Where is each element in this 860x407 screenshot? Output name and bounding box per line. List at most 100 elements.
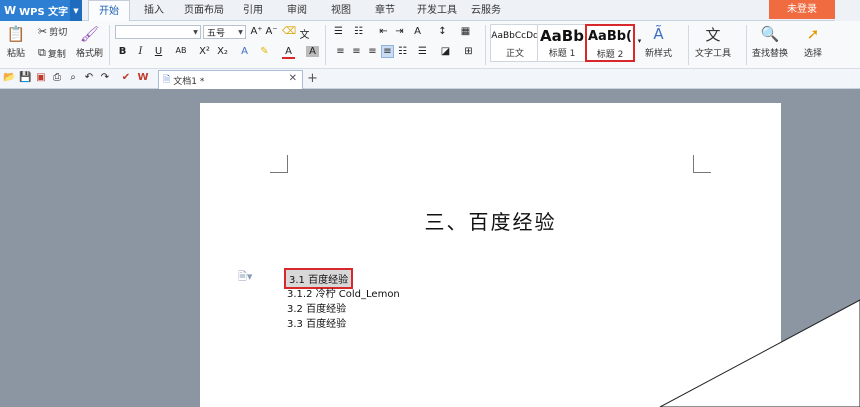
font-color-icon[interactable]: A xyxy=(282,46,295,59)
shading-icon[interactable]: ◪ xyxy=(439,46,452,57)
menu-bar: W WPS 文字 ▼ 开始 插入 页面布局 引用 审阅 视图 章节 开发工具 云… xyxy=(0,0,860,22)
tab-home[interactable]: 开始 xyxy=(88,0,130,22)
window-corner xyxy=(835,0,860,21)
font-size-select[interactable]: 五号 ▼ xyxy=(203,25,246,39)
strikethrough-icon[interactable]: AB xyxy=(172,46,190,55)
text-direction-icon[interactable]: A xyxy=(411,26,424,37)
new-style-label: 新样式 xyxy=(645,49,673,59)
style-preview: AaBb( xyxy=(588,29,632,44)
divider xyxy=(688,25,689,65)
italic-icon[interactable]: I xyxy=(134,46,147,57)
page-margin-marker xyxy=(270,155,288,173)
format-painter-button[interactable]: 🖌 格式刷 xyxy=(76,24,103,59)
divider xyxy=(746,25,747,65)
char-shading-icon[interactable]: A xyxy=(306,46,319,57)
tab-review[interactable]: 审阅 xyxy=(281,0,313,21)
cursor-icon: ➚ xyxy=(806,25,820,43)
copy-button[interactable]: ⧉ 复制 xyxy=(38,46,66,60)
cut-label: 剪切 xyxy=(49,28,68,38)
paragraph-layout-icon[interactable]: 🗎▾ xyxy=(238,268,252,287)
check-icon[interactable]: ✔ xyxy=(120,72,132,83)
wps-logo-icon: W xyxy=(4,4,17,17)
document-tab[interactable]: 🗎 文档1 * ✕ xyxy=(158,70,303,89)
style-heading-2[interactable]: AaBb( 标题 2 xyxy=(585,24,635,62)
justify-icon[interactable]: ≡ xyxy=(381,45,394,58)
subscript-icon[interactable]: X₂ xyxy=(216,46,229,57)
scissors-icon: ✂ xyxy=(38,25,48,38)
align-left-icon[interactable]: ≡ xyxy=(334,46,347,57)
line-spacing-icon[interactable]: ☰ xyxy=(416,46,429,57)
shrink-font-icon[interactable]: A⁻ xyxy=(265,26,278,37)
chevron-down-icon: ▼ xyxy=(193,28,198,36)
tab-chapter[interactable]: 章节 xyxy=(369,0,401,21)
tab-view[interactable]: 视图 xyxy=(325,0,357,21)
document-heading[interactable]: 三、百度经验 xyxy=(200,206,781,235)
new-style-button[interactable]: Ã 新样式 xyxy=(645,24,672,59)
text-tools-button[interactable]: 文 文字工具 xyxy=(695,24,731,60)
divider xyxy=(109,25,110,65)
tab-cloud[interactable]: 云服务 xyxy=(466,0,506,21)
export-pdf-icon[interactable]: ▣ xyxy=(35,72,47,83)
bullets-icon[interactable]: ☰ xyxy=(332,26,345,37)
tab-page-layout[interactable]: 页面布局 xyxy=(178,0,230,21)
find-replace-label: 查找替换 xyxy=(752,49,789,59)
new-tab-icon[interactable]: + xyxy=(307,71,318,86)
style-name: 正文 xyxy=(505,49,524,59)
style-preview: AaBb xyxy=(540,27,584,45)
redo-icon[interactable]: ↷ xyxy=(99,72,111,83)
tab-references[interactable]: 引用 xyxy=(237,0,269,21)
grow-font-icon[interactable]: A⁺ xyxy=(250,26,263,37)
wps-app-menu-button[interactable]: W WPS 文字 ▼ xyxy=(0,0,82,21)
numbering-icon[interactable]: ☷ xyxy=(352,26,365,37)
style-name: 标题 2 xyxy=(596,50,624,60)
border-icon[interactable]: ⊞ xyxy=(462,46,475,57)
undo-icon[interactable]: ↶ xyxy=(83,72,95,83)
paintbrush-icon: 🖌 xyxy=(79,25,100,43)
document-icon: 🗎 xyxy=(163,75,171,85)
app-brand-label: WPS 文字 xyxy=(19,7,69,18)
paste-button[interactable]: 📋 粘贴 xyxy=(5,24,27,59)
print-preview-icon[interactable]: ⌕ xyxy=(67,72,79,83)
cut-button[interactable]: ✂ 剪切 xyxy=(38,25,67,38)
chevron-down-icon: ▼ xyxy=(238,28,243,36)
close-icon[interactable]: ✕ xyxy=(289,73,297,84)
open-folder-icon[interactable]: 📂 xyxy=(3,72,15,83)
style-name: 标题 1 xyxy=(548,49,576,59)
align-center-icon[interactable]: ≡ xyxy=(350,46,363,57)
copy-label: 复制 xyxy=(47,49,66,60)
increase-indent-icon[interactable]: ⇥ xyxy=(393,26,406,37)
wps-w-icon[interactable]: W xyxy=(137,72,149,83)
find-replace-button[interactable]: 🔍 查找替换 xyxy=(752,24,788,59)
style-preview: AaBbCcDd xyxy=(491,31,539,41)
decrease-indent-icon[interactable]: ⇤ xyxy=(377,26,390,37)
login-button[interactable]: 未登录 xyxy=(769,0,835,19)
bold-icon[interactable]: B xyxy=(116,46,129,57)
distributed-icon[interactable]: ☷ xyxy=(396,46,409,57)
chevron-down-icon[interactable]: ▼ xyxy=(70,0,82,21)
table-icon[interactable]: ▦ xyxy=(459,26,472,37)
highlight-icon[interactable]: ✎ xyxy=(258,46,271,57)
align-right-icon[interactable]: ≡ xyxy=(366,46,379,57)
document-tab-title: 文档1 * xyxy=(173,76,205,87)
text-effect-icon[interactable]: A xyxy=(238,46,251,57)
document-page[interactable]: 三、百度经验 🗎▾ 3.1 百度经验 3.1.2 冷柠 Cold_Lemon 3… xyxy=(200,103,781,407)
sort-icon[interactable]: ↕ xyxy=(436,26,449,37)
text-line[interactable]: 3.1.2 冷柠 Cold_Lemon xyxy=(287,285,400,300)
style-heading-1[interactable]: AaBb 标题 1 xyxy=(537,24,587,62)
phonetic-icon[interactable]: 文 xyxy=(298,26,311,41)
tab-insert[interactable]: 插入 xyxy=(138,0,170,21)
font-family-select[interactable]: ▼ xyxy=(115,25,201,39)
text-line[interactable]: 3.3 百度经验 xyxy=(287,315,346,330)
underline-icon[interactable]: U xyxy=(152,46,165,57)
ribbon-toolbar: 📋 粘贴 ✂ 剪切 ⧉ 复制 🖌 格式刷 ▼ 五号 ▼ A⁺ A⁻ ⌫ 文 B … xyxy=(0,21,860,69)
clear-format-icon[interactable]: ⌫ xyxy=(282,26,296,37)
paste-label: 粘贴 xyxy=(6,49,25,59)
select-button[interactable]: ➚ 选择 xyxy=(802,24,824,59)
print-icon[interactable]: ⎙ xyxy=(51,72,63,83)
text-line[interactable]: 3.2 百度经验 xyxy=(287,300,346,315)
tab-developer[interactable]: 开发工具 xyxy=(413,0,461,21)
superscript-icon[interactable]: X² xyxy=(198,46,211,57)
style-normal[interactable]: AaBbCcDd 正文 xyxy=(490,24,540,62)
save-icon[interactable]: 💾 xyxy=(19,72,31,83)
page-margin-marker xyxy=(693,155,711,173)
